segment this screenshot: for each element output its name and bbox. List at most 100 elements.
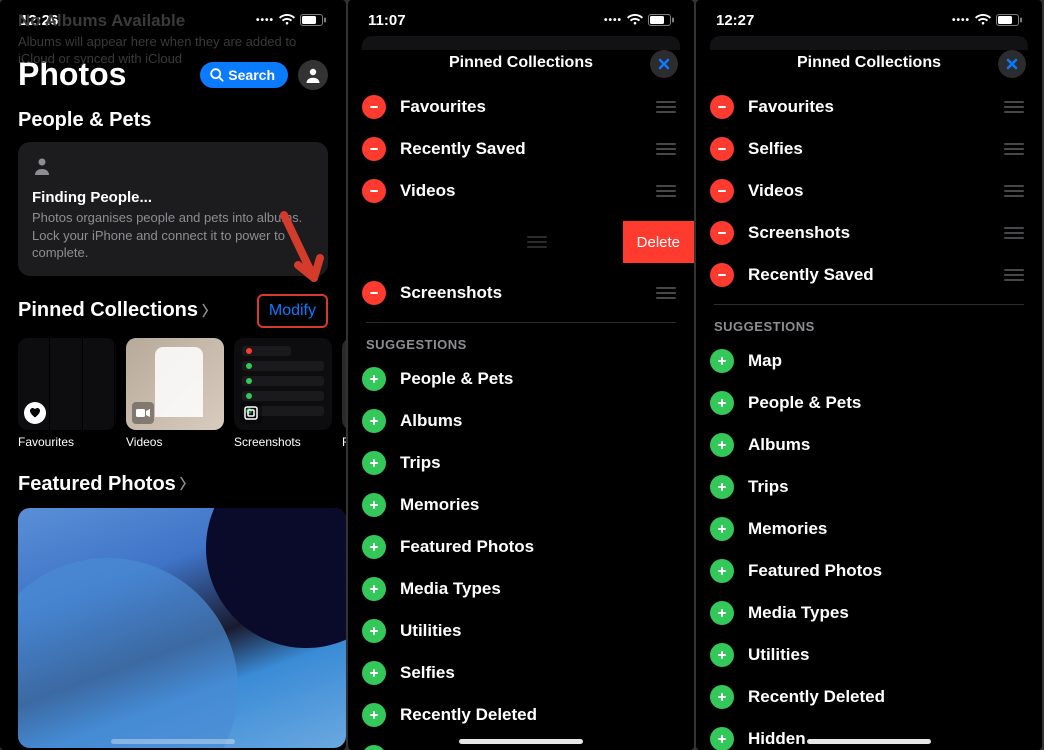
remove-button[interactable] xyxy=(710,95,734,119)
finding-people-title: Finding People... xyxy=(32,189,314,206)
add-button[interactable] xyxy=(362,535,386,559)
plus-icon xyxy=(716,565,728,577)
add-button[interactable] xyxy=(362,451,386,475)
add-button[interactable] xyxy=(710,685,734,709)
close-button[interactable] xyxy=(650,50,678,78)
pinned-list: FavouritesSelfiesVideosScreenshotsRecent… xyxy=(696,86,1042,296)
suggestion-label: Albums xyxy=(400,411,676,431)
add-button[interactable] xyxy=(710,475,734,499)
pinned-item-more[interactable]: R xyxy=(342,338,346,449)
drag-handle-icon[interactable] xyxy=(1004,227,1024,239)
add-button[interactable] xyxy=(362,493,386,517)
suggestion-row: Hidden xyxy=(696,718,1042,750)
suggestion-row: Utilities xyxy=(348,610,694,652)
drag-handle-icon[interactable] xyxy=(656,185,676,197)
pinned-item-screenshots[interactable]: Screenshots xyxy=(234,338,332,449)
home-indicator[interactable] xyxy=(807,739,931,744)
remove-button[interactable] xyxy=(710,179,734,203)
suggestion-label: Featured Photos xyxy=(400,537,676,557)
add-button[interactable] xyxy=(710,601,734,625)
drag-handle-icon[interactable] xyxy=(656,101,676,113)
suggestion-row: People & Pets xyxy=(696,382,1042,424)
close-button[interactable] xyxy=(998,50,1026,78)
pinned-label: Screenshots xyxy=(400,283,642,303)
add-button[interactable] xyxy=(362,409,386,433)
minus-icon xyxy=(716,185,728,197)
featured-photo-thumbnail[interactable] xyxy=(18,508,346,748)
suggestion-label: Utilities xyxy=(748,645,1024,665)
drag-handle-icon[interactable] xyxy=(1004,269,1024,281)
status-bar: 11:07 •••• xyxy=(348,0,694,36)
pinned-row: Recently Saved xyxy=(696,254,1042,296)
featured-photos-title[interactable]: Featured Photos 〉 xyxy=(18,473,194,496)
add-button[interactable] xyxy=(362,367,386,391)
pinned-row: Recently Saved xyxy=(348,128,694,170)
video-icon xyxy=(132,402,154,424)
plus-icon xyxy=(716,733,728,745)
drag-handle-icon[interactable] xyxy=(656,143,676,155)
wifi-icon xyxy=(627,14,643,26)
drag-handle-icon[interactable] xyxy=(1004,143,1024,155)
status-icons: •••• xyxy=(952,14,1022,26)
add-button[interactable] xyxy=(362,619,386,643)
pinned-item-videos[interactable]: Videos xyxy=(126,338,224,449)
add-button[interactable] xyxy=(710,559,734,583)
plus-icon xyxy=(368,667,380,679)
pinned-collections-title[interactable]: Pinned Collections 〉 xyxy=(18,299,216,322)
suggestion-row: Memories xyxy=(348,484,694,526)
add-button[interactable] xyxy=(710,349,734,373)
add-button[interactable] xyxy=(362,577,386,601)
suggestion-row: Featured Photos xyxy=(348,526,694,568)
add-button[interactable] xyxy=(710,433,734,457)
remove-button[interactable] xyxy=(362,137,386,161)
pinned-row: Selfies xyxy=(696,128,1042,170)
suggestion-row: Map xyxy=(696,340,1042,382)
remove-button[interactable] xyxy=(362,281,386,305)
remove-button[interactable] xyxy=(710,221,734,245)
drag-handle-icon[interactable] xyxy=(1004,185,1024,197)
suggestions-header: SUGGESTIONS xyxy=(348,323,694,358)
add-button[interactable] xyxy=(710,517,734,541)
suggestion-label: Trips xyxy=(400,453,676,473)
add-button[interactable] xyxy=(710,391,734,415)
pinned-collections-edit-screen: 12:27 •••• Pinned Collections Favourites… xyxy=(696,0,1042,750)
drag-handle-icon[interactable] xyxy=(1004,101,1024,113)
delete-button[interactable]: Delete xyxy=(623,221,694,263)
home-indicator[interactable] xyxy=(111,739,235,744)
pinned-list: Favourites Recently Saved Videos ap Dele… xyxy=(348,86,694,314)
add-button[interactable] xyxy=(362,661,386,685)
minus-icon xyxy=(716,227,728,239)
add-button[interactable] xyxy=(362,745,386,750)
remove-button[interactable] xyxy=(362,179,386,203)
remove-button[interactable] xyxy=(710,263,734,287)
pinned-row: Favourites xyxy=(348,86,694,128)
pinned-label: Recently Saved xyxy=(400,139,642,159)
heart-icon xyxy=(24,402,46,424)
remove-button[interactable] xyxy=(362,95,386,119)
pinned-thumbnails-row[interactable]: Favourites Videos Screenshots R xyxy=(0,336,346,455)
close-icon xyxy=(1006,58,1018,70)
photos-main-screen: No Albums Available Albums will appear h… xyxy=(0,0,346,750)
drag-handle-icon[interactable] xyxy=(656,287,676,299)
plus-icon xyxy=(716,481,728,493)
minus-icon xyxy=(716,101,728,113)
home-indicator[interactable] xyxy=(459,739,583,744)
add-button[interactable] xyxy=(710,727,734,750)
drag-handle-icon[interactable] xyxy=(527,236,547,248)
modify-button[interactable]: Modify xyxy=(257,294,328,328)
suggestion-label: Albums xyxy=(748,435,1024,455)
remove-button[interactable] xyxy=(710,137,734,161)
screenshot-icon xyxy=(240,402,262,424)
pinned-item-favourites[interactable]: Favourites xyxy=(18,338,116,449)
modal-header: Pinned Collections xyxy=(348,36,694,86)
plus-icon xyxy=(716,439,728,451)
search-label: Search xyxy=(228,67,275,83)
pinned-row: Videos xyxy=(696,170,1042,212)
suggestion-label: Recently Deleted xyxy=(748,687,1024,707)
modal-title: Pinned Collections xyxy=(449,54,593,72)
suggestion-row: Trips xyxy=(696,466,1042,508)
plus-icon xyxy=(368,541,380,553)
add-button[interactable] xyxy=(710,643,734,667)
finding-people-text: Photos organises people and pets into al… xyxy=(32,209,314,262)
add-button[interactable] xyxy=(362,703,386,727)
